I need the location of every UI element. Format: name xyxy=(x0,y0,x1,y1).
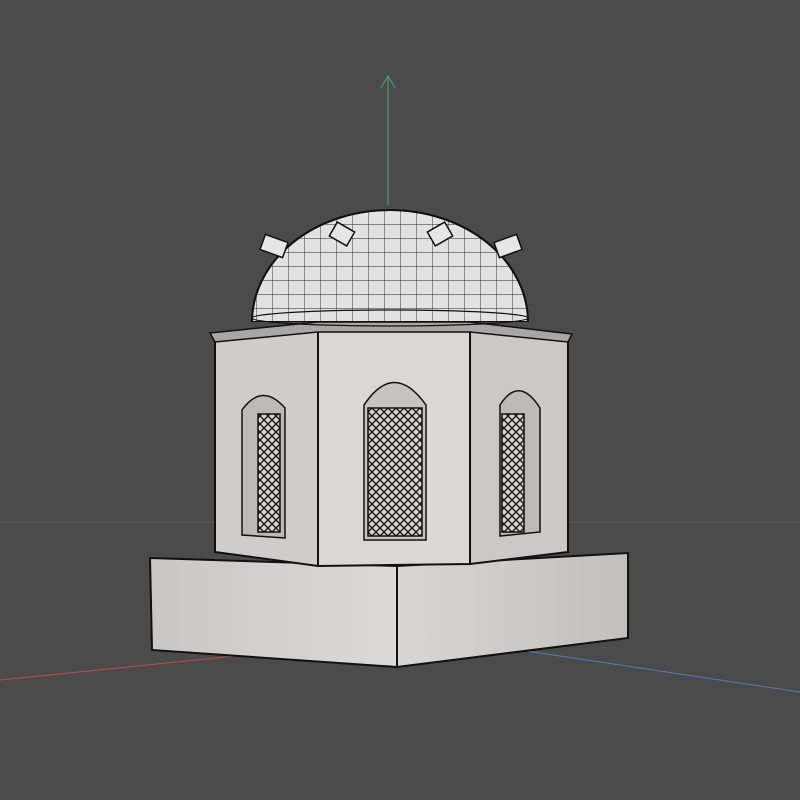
viewport-canvas[interactable] xyxy=(0,0,800,800)
window-right xyxy=(499,390,541,537)
building-model[interactable] xyxy=(148,209,629,669)
base-right-face xyxy=(396,551,629,669)
dome xyxy=(251,209,529,327)
3d-viewport[interactable] xyxy=(0,0,800,800)
y-axis-arrow-icon xyxy=(380,75,396,205)
z-axis-line xyxy=(519,649,800,693)
window-left xyxy=(241,394,286,539)
window-front xyxy=(363,381,427,541)
base-left-face xyxy=(148,556,398,669)
x-axis-line xyxy=(0,654,246,681)
